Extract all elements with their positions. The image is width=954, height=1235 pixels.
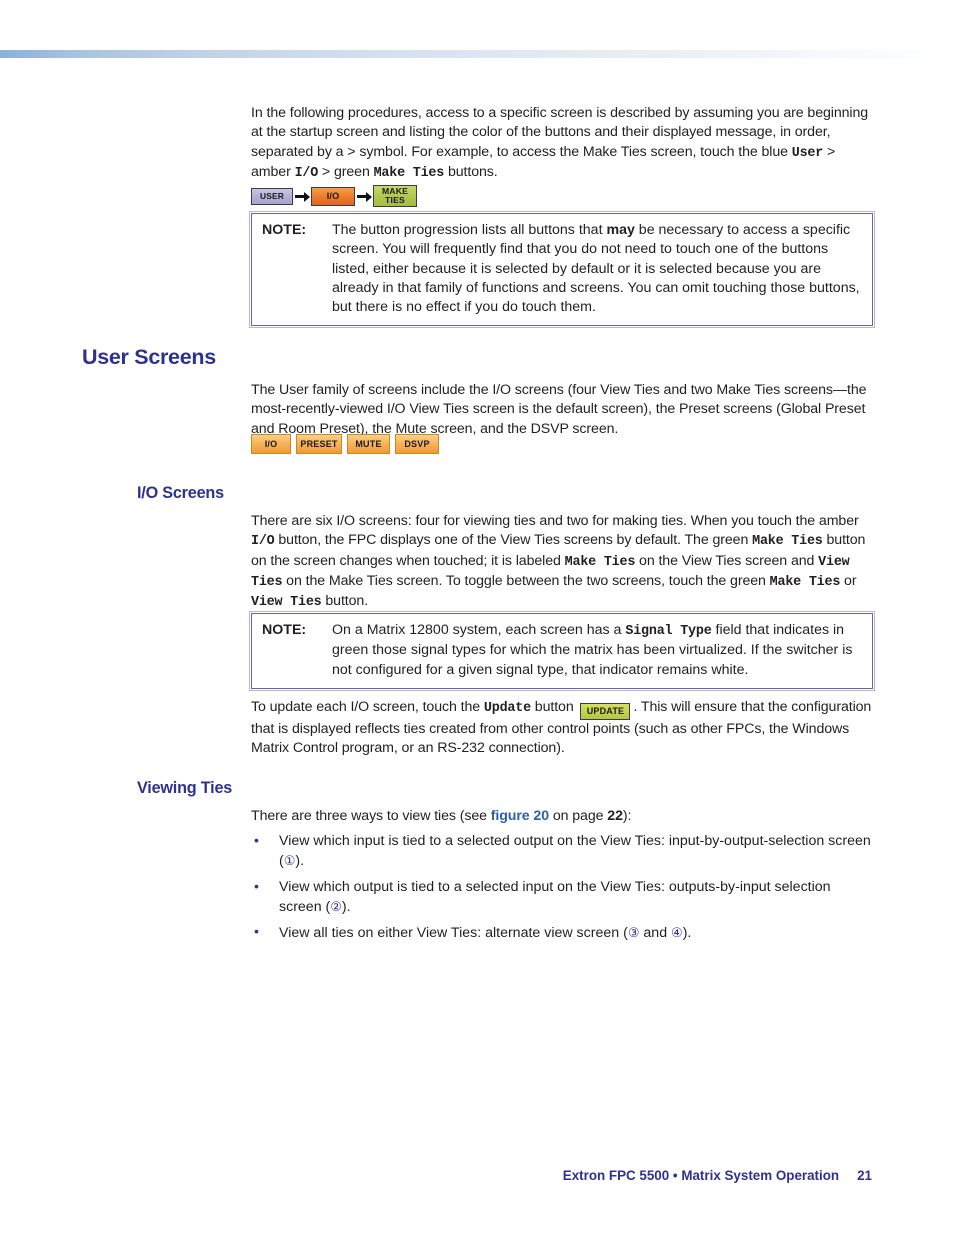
footer-page-number: 21 bbox=[857, 1168, 872, 1183]
update-paragraph: To update each I/O screen, touch the Upd… bbox=[251, 698, 873, 759]
bullet-1-text-b: ). bbox=[295, 853, 305, 870]
subsection-heading-viewing-ties: Viewing Ties bbox=[137, 779, 233, 797]
io-p1-e: on the Make Ties screen. To toggle betwe… bbox=[282, 572, 770, 589]
lead-text-c: ): bbox=[622, 808, 632, 824]
intro-maketies-keyword: Make Ties bbox=[373, 165, 445, 181]
lead-page-number: 22 bbox=[607, 808, 623, 824]
io-screens-paragraph-block: There are six I/O screens: four for view… bbox=[251, 512, 873, 612]
viewing-ties-lead: There are three ways to view ties (see f… bbox=[251, 807, 873, 826]
intro-sep-2: > green bbox=[318, 163, 374, 180]
note-label: NOTE: bbox=[262, 622, 307, 638]
bullet-marker: • bbox=[254, 879, 259, 895]
button-progression-strip: USER I/O MAKE TIES bbox=[251, 185, 873, 207]
intro-paragraph-block: In the following procedures, access to a… bbox=[251, 104, 873, 183]
note-box-1: NOTE: The button progression lists all b… bbox=[249, 210, 875, 329]
bullet-3-text: View all ties on either View Ties: alter… bbox=[279, 923, 873, 943]
intro-paragraph: In the following procedures, access to a… bbox=[251, 104, 873, 183]
io-p1-g: button. bbox=[321, 593, 369, 610]
io-p1-maketies-1: Make Ties bbox=[752, 534, 823, 550]
note-1-text-a: The button progression lists all buttons… bbox=[332, 222, 607, 238]
intro-text-part1: In the following procedures, access to a… bbox=[251, 105, 869, 160]
bullet-list-item-2: • View which output is tied to a selecte… bbox=[251, 878, 873, 918]
arrow-right-icon bbox=[355, 191, 373, 202]
fpc-button-preset[interactable]: PRESET bbox=[296, 434, 342, 454]
figure-20-link[interactable]: figure 20 bbox=[491, 808, 549, 824]
fpc-button-mute[interactable]: MUTE bbox=[347, 434, 390, 454]
bullet-2-text: View which output is tied to a selected … bbox=[279, 878, 873, 918]
intro-user-keyword: User bbox=[791, 145, 824, 161]
io-p1-a: There are six I/O screens: four for view… bbox=[251, 513, 859, 529]
io-p1-d: on the View Ties screen and bbox=[635, 552, 819, 569]
io-p1-b: button, the FPC displays one of the View… bbox=[274, 532, 753, 549]
io-p1-viewties-2: View Ties bbox=[251, 595, 322, 611]
bullet-3-text-mid: and bbox=[639, 925, 672, 941]
fpc-button-make-ties-line2: TIES bbox=[385, 195, 405, 205]
section-heading-user-screens: User Screens bbox=[82, 345, 216, 369]
user-screens-paragraph-block: The User family of screens include the I… bbox=[251, 381, 873, 439]
io-p1-f: or bbox=[840, 572, 857, 589]
fpc-button-dsvp[interactable]: DSVP bbox=[395, 434, 439, 454]
callout-number-2: ② bbox=[330, 899, 342, 915]
bullet-list-item-3: • View all ties on either View Ties: alt… bbox=[251, 923, 873, 943]
note-1-bold-may: may bbox=[606, 222, 635, 238]
header-gradient-rule bbox=[0, 50, 954, 58]
io-p1-io-keyword: I/O bbox=[251, 534, 275, 550]
bullet-1-text-a: View which input is tied to a selected o… bbox=[279, 833, 871, 870]
intro-io-keyword: I/O bbox=[294, 165, 319, 181]
lead-text-b: on page bbox=[549, 808, 608, 824]
update-keyword: Update bbox=[483, 701, 531, 716]
fpc-button-update[interactable]: UPDATE bbox=[580, 703, 631, 720]
note-2-text-a: On a Matrix 12800 system, each screen ha… bbox=[332, 622, 626, 638]
note-box-2: NOTE: On a Matrix 12800 system, each scr… bbox=[249, 611, 875, 691]
bullet-3-text-a: View all ties on either View Ties: alter… bbox=[279, 925, 628, 941]
callout-number-3: ③ bbox=[627, 925, 640, 940]
callout-number-4: ④ bbox=[671, 925, 683, 940]
lead-text-a: There are three ways to view ties (see bbox=[251, 808, 491, 824]
user-screens-heading-block: User Screens bbox=[82, 345, 872, 370]
io-p1-maketies-3: Make Ties bbox=[769, 574, 841, 590]
page-footer: Extron FPC 5500 • Matrix System Operatio… bbox=[0, 1168, 954, 1183]
fpc-button-io-family[interactable]: I/O bbox=[251, 434, 291, 454]
note-2-signal-type-keyword: Signal Type bbox=[625, 624, 712, 639]
viewing-ties-heading-block: Viewing Ties bbox=[137, 779, 927, 798]
io-screens-paragraph: There are six I/O screens: four for view… bbox=[251, 512, 873, 612]
bullet-2-text-a: View which output is tied to a selected … bbox=[279, 879, 831, 916]
intro-text-end: buttons. bbox=[444, 163, 498, 180]
callout-number-1: ① bbox=[283, 853, 296, 869]
bullet-marker: • bbox=[254, 924, 259, 940]
bullet-2-text-b: ). bbox=[341, 899, 351, 916]
user-screens-paragraph: The User family of screens include the I… bbox=[251, 382, 867, 437]
fpc-button-make-ties[interactable]: MAKE TIES bbox=[373, 185, 417, 207]
subsection-heading-io-screens: I/O Screens bbox=[137, 484, 224, 502]
bullet-3-text-b: ). bbox=[682, 925, 692, 941]
fpc-button-io[interactable]: I/O bbox=[311, 186, 355, 206]
io-p1-maketies-2: Make Ties bbox=[564, 554, 636, 570]
user-family-button-row: I/O PRESET MUTE DSVP bbox=[251, 434, 873, 454]
viewing-ties-lead-block: There are three ways to view ties (see f… bbox=[251, 807, 873, 826]
bullet-list-item-1: • View which input is tied to a selected… bbox=[251, 832, 873, 872]
bullet-1-text: View which input is tied to a selected o… bbox=[279, 832, 873, 872]
update-paragraph-block: To update each I/O screen, touch the Upd… bbox=[251, 698, 873, 759]
bullet-marker: • bbox=[254, 833, 259, 849]
note-label: NOTE: bbox=[262, 222, 307, 238]
arrow-right-icon bbox=[293, 191, 311, 202]
update-text-b: button bbox=[530, 699, 578, 715]
note-2-text: On a Matrix 12800 system, each screen ha… bbox=[332, 621, 862, 680]
fpc-button-user[interactable]: USER bbox=[251, 187, 293, 205]
io-screens-heading-block: I/O Screens bbox=[137, 484, 927, 503]
note-1-text: The button progression lists all buttons… bbox=[332, 221, 862, 317]
update-text-a: To update each I/O screen, touch the bbox=[251, 699, 484, 715]
footer-title: Extron FPC 5500 • Matrix System Operatio… bbox=[562, 1168, 840, 1183]
